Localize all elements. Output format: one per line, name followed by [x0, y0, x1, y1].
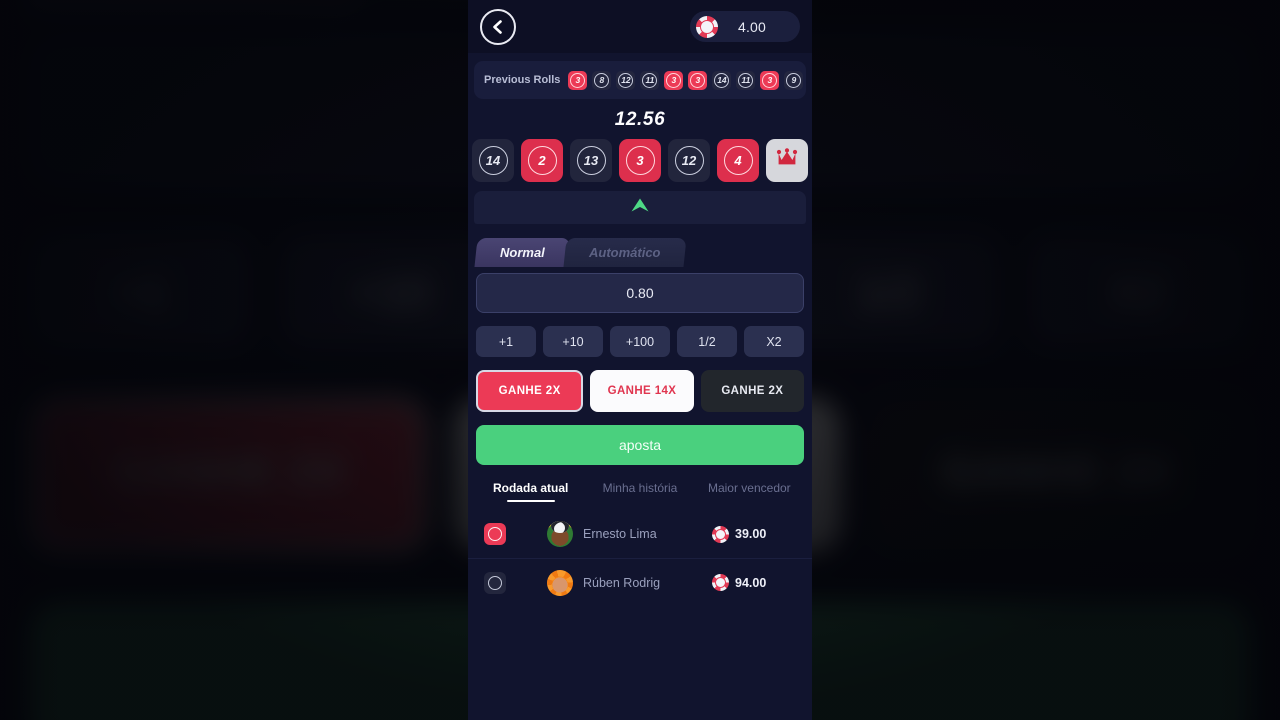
- chevron-left-icon: [490, 19, 506, 35]
- previous-roll-item: 3: [688, 70, 708, 90]
- list-tab[interactable]: Rodada atual: [476, 481, 585, 502]
- bet-amount-field[interactable]: 0.80: [476, 273, 804, 313]
- dice-tile[interactable]: 3: [619, 139, 661, 182]
- table-row[interactable]: Rúben Rodrig 94.00: [468, 558, 812, 606]
- balance-value: 4.00: [737, 18, 767, 35]
- status-badge: [484, 523, 506, 545]
- previous-rolls-label: Previous Rolls: [484, 74, 561, 86]
- win-multiplier-buttons: GANHE 2XGANHE 14XGANHE 2X: [476, 370, 804, 412]
- player-amount: 39.00: [712, 525, 796, 543]
- previous-roll-item: 8: [592, 70, 612, 90]
- table-row[interactable]: Ernesto Lima 39.00: [468, 510, 812, 558]
- dice-tile[interactable]: 13: [570, 139, 612, 182]
- previous-roll-item: 3: [664, 70, 684, 90]
- previous-roll-value: 3: [570, 72, 586, 88]
- player-amount-value: 39.00: [735, 527, 767, 541]
- direction-indicator-strip: [474, 191, 806, 224]
- quick-amount-button[interactable]: X2: [744, 326, 804, 357]
- up-arrow-icon: [630, 197, 650, 218]
- win-multiplier-button[interactable]: GANHE 14X: [590, 370, 694, 412]
- status-badge: [484, 571, 506, 594]
- mode-tab-label: Automático: [588, 245, 661, 260]
- list-tab[interactable]: Maior vencedor: [695, 481, 804, 502]
- player-amount: 94.00: [712, 574, 796, 591]
- previous-roll-value: 9: [786, 72, 802, 88]
- previous-rolls-list: 3 8 12 11 3 3 14 11 3 9: [568, 70, 804, 90]
- casino-chip-icon: [712, 574, 729, 591]
- previous-roll-item: 3: [568, 70, 588, 90]
- quick-amount-button[interactable]: +100: [610, 326, 670, 357]
- crown-icon: [776, 148, 798, 173]
- previous-roll-value: 12: [618, 72, 634, 88]
- mode-tab-normal[interactable]: Normal: [474, 238, 571, 267]
- place-bet-button[interactable]: aposta: [476, 425, 804, 465]
- screen-root: 4.00 Previous Rolls 3 8 12 11 3 3 14 11 3 9 12.56…: [0, 0, 1280, 720]
- dice-crown-tile[interactable]: [766, 139, 808, 182]
- dice-value: 14: [478, 146, 508, 175]
- dice-tile[interactable]: 4: [717, 139, 759, 182]
- bet-amount-value: 0.80: [626, 285, 654, 301]
- list-tab[interactable]: Minha história: [585, 481, 694, 502]
- quick-amount-button[interactable]: +10: [543, 326, 603, 357]
- previous-roll-value: 8: [594, 72, 610, 88]
- dice-value: 13: [576, 146, 606, 175]
- previous-rolls-section: Previous Rolls 3 8 12 11 3 3 14 11 3 9: [468, 53, 812, 99]
- casino-chip-icon: [712, 525, 729, 543]
- quick-amount-button[interactable]: 1/2: [677, 326, 737, 357]
- previous-roll-item: 12: [616, 70, 636, 90]
- list-tabs: Rodada atual Minha história Maior vencedor: [468, 481, 812, 502]
- previous-roll-item: 9: [784, 70, 804, 90]
- avatar: [547, 569, 573, 596]
- avatar: [547, 521, 573, 547]
- previous-roll-value: 3: [666, 72, 682, 88]
- balance-display[interactable]: 4.00: [690, 11, 800, 42]
- player-name: Rúben Rodrig: [583, 575, 661, 590]
- dice-value: 2: [527, 146, 557, 175]
- player-list: Ernesto Lima 39.00 Rúben Rodrig 94.00: [468, 510, 812, 606]
- mode-tabs: Normal Automático: [468, 224, 812, 267]
- previous-roll-item: 11: [736, 70, 756, 90]
- status-dot-icon: [488, 575, 502, 590]
- previous-roll-item: 14: [712, 70, 732, 90]
- dice-tile[interactable]: 12: [668, 139, 710, 182]
- dice-value: 4: [723, 146, 753, 175]
- previous-roll-value: 3: [762, 72, 778, 88]
- previous-roll-value: 3: [690, 72, 706, 88]
- previous-rolls-bar: Previous Rolls 3 8 12 11 3 3 14 11 3 9: [474, 61, 806, 99]
- dice-value: 3: [625, 146, 655, 175]
- dice-value: 12: [674, 146, 704, 175]
- win-multiplier-button[interactable]: GANHE 2X: [700, 370, 804, 412]
- app-header: 4.00: [468, 0, 812, 53]
- player-amount-value: 94.00: [735, 575, 767, 590]
- back-button[interactable]: [480, 8, 516, 45]
- dice-tile[interactable]: 2: [521, 139, 563, 182]
- previous-roll-item: 11: [640, 70, 660, 90]
- win-multiplier-button[interactable]: GANHE 2X: [476, 370, 584, 412]
- quick-amount-button[interactable]: +1: [476, 326, 536, 357]
- dice-row: 14 2 13 3 12 4: [468, 139, 812, 182]
- previous-roll-value: 11: [642, 72, 658, 88]
- game-panel: 4.00 Previous Rolls 3 8 12 11 3 3 14 11 3 9 12.56…: [468, 0, 812, 720]
- casino-chip-icon: [696, 15, 718, 38]
- status-dot-icon: [488, 527, 502, 541]
- quick-amount-buttons: +1+10+1001/2X2: [476, 326, 804, 357]
- mode-tab-auto[interactable]: Automático: [563, 238, 686, 267]
- previous-roll-value: 14: [714, 72, 730, 88]
- previous-roll-item: 3: [760, 70, 780, 90]
- dice-tile[interactable]: 14: [472, 139, 514, 182]
- player-name: Ernesto Lima: [583, 527, 657, 541]
- previous-roll-value: 11: [738, 72, 754, 88]
- current-multiplier: 12.56: [614, 109, 666, 130]
- mode-tab-label: Normal: [500, 245, 545, 260]
